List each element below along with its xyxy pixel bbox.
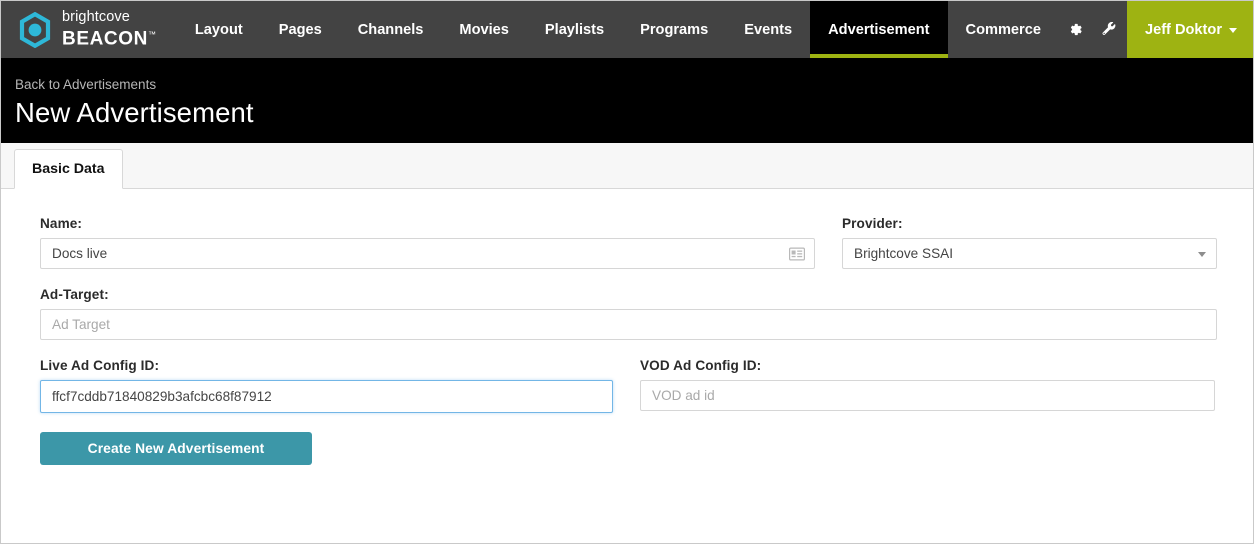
- field-ad-target: Ad-Target:: [40, 287, 1217, 340]
- trademark-symbol: ™: [147, 29, 156, 39]
- vod-ad-config-id-input[interactable]: [640, 380, 1215, 411]
- ad-target-input[interactable]: [40, 309, 1217, 340]
- nav-item-events[interactable]: Events: [726, 1, 810, 58]
- nav-item-programs[interactable]: Programs: [622, 1, 726, 58]
- wrench-icon[interactable]: [1093, 1, 1127, 58]
- vod-ad-config-id-label: VOD Ad Config ID:: [640, 358, 762, 373]
- nav-links: Layout Pages Channels Movies Playlists P…: [177, 1, 1127, 58]
- form-row-name-provider: Name: Prov: [40, 216, 1217, 269]
- live-ad-config-id-input[interactable]: [40, 380, 613, 413]
- nav-item-advertisement[interactable]: Advertisement: [810, 1, 948, 58]
- nav-item-movies[interactable]: Movies: [441, 1, 526, 58]
- brand-name-top: brightcove: [62, 8, 130, 25]
- field-name: Name:: [40, 216, 815, 269]
- top-navigation-bar: brightcove BEACON™ Layout Pages Channels…: [1, 1, 1253, 58]
- name-label: Name:: [40, 216, 83, 231]
- field-vod-ad-config-id: VOD Ad Config ID:: [640, 358, 1215, 413]
- nav-item-channels[interactable]: Channels: [340, 1, 442, 58]
- ad-target-label: Ad-Target:: [40, 287, 109, 302]
- page-title: New Advertisement: [15, 97, 254, 128]
- advertisement-form: Name: Prov: [1, 189, 1253, 543]
- field-live-ad-config-id: Live Ad Config ID:: [40, 358, 613, 413]
- gear-icon[interactable]: [1059, 1, 1093, 58]
- user-menu-button[interactable]: Jeff Doktor: [1126, 1, 1253, 58]
- tab-bar: Basic Data: [1, 143, 1253, 189]
- form-row-config-ids: Live Ad Config ID: VOD Ad Config ID:: [40, 358, 1215, 413]
- brightcove-hexagon-logo-icon: [17, 11, 53, 48]
- chevron-down-icon: [1229, 28, 1237, 33]
- address-card-icon[interactable]: [789, 247, 805, 260]
- provider-label: Provider:: [842, 216, 903, 231]
- nav-item-commerce[interactable]: Commerce: [948, 1, 1059, 58]
- nav-item-pages[interactable]: Pages: [261, 1, 340, 58]
- name-input[interactable]: [40, 238, 815, 269]
- provider-select[interactable]: Brightcove SSAI: [842, 238, 1217, 269]
- form-row-ad-target: Ad-Target:: [40, 287, 1217, 340]
- field-provider: Provider: Brightcove SSAI: [842, 216, 1217, 269]
- user-name-label: Jeff Doktor: [1144, 21, 1222, 38]
- page-header: Back to Advertisements New Advertisement: [1, 58, 1253, 143]
- form-row-submit: Create New Advertisement: [40, 432, 1215, 465]
- create-new-advertisement-button[interactable]: Create New Advertisement: [40, 432, 312, 465]
- live-ad-config-id-label: Live Ad Config ID:: [40, 358, 160, 373]
- back-to-advertisements-link[interactable]: Back to Advertisements: [15, 76, 156, 93]
- tab-basic-data[interactable]: Basic Data: [14, 149, 123, 189]
- application-window: brightcove BEACON™ Layout Pages Channels…: [0, 0, 1254, 544]
- nav-item-layout[interactable]: Layout: [177, 1, 261, 58]
- nav-item-playlists[interactable]: Playlists: [527, 1, 622, 58]
- brand-logo-link[interactable]: brightcove BEACON™: [1, 1, 174, 58]
- brand-name-bottom: BEACON: [62, 28, 148, 50]
